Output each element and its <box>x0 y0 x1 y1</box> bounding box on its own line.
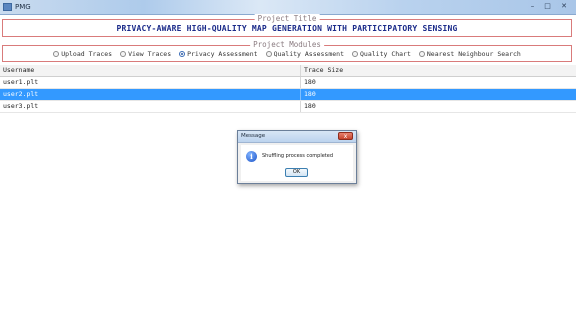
radio-quality-chart[interactable]: Quality Chart <box>352 50 411 58</box>
radio-label: Nearest Neighbour Search <box>426 50 521 58</box>
cell-trace-size: 180 <box>300 77 316 88</box>
cell-trace-size: 180 <box>300 101 316 112</box>
module-radio-group: Upload Traces View Traces Privacy Assess… <box>3 50 571 58</box>
app-window: PMG – □ ✕ Project Title PRIVACY-AWARE HI… <box>0 0 576 311</box>
radio-icon <box>418 51 425 57</box>
app-icon <box>3 3 12 11</box>
radio-icon <box>53 51 60 57</box>
radio-icon <box>120 51 127 57</box>
radio-icon <box>352 51 359 57</box>
minimize-button[interactable]: – <box>526 1 539 11</box>
radio-upload-traces[interactable]: Upload Traces <box>53 50 112 58</box>
radio-selected-icon <box>179 51 186 57</box>
cell-username: user2.plt <box>3 90 39 98</box>
window-controls: – □ ✕ <box>526 1 572 11</box>
close-button[interactable]: ✕ <box>556 1 572 11</box>
dialog-title-bar[interactable]: Message x <box>238 131 356 143</box>
radio-icon <box>265 51 272 57</box>
table-header-row: Username Trace Size <box>0 65 576 77</box>
cell-username: user1.plt <box>3 78 39 86</box>
traces-table: Username Trace Size user1.plt 180 user2.… <box>0 65 576 113</box>
project-title-group: Project Title PRIVACY-AWARE HIGH-QUALITY… <box>2 14 572 37</box>
cell-trace-size: 180 <box>300 89 316 100</box>
window-title: PMG <box>15 3 31 11</box>
dialog-message: Shuffling process completed <box>262 153 333 159</box>
project-title-legend: Project Title <box>254 14 320 24</box>
radio-label: View Traces <box>128 50 172 58</box>
message-dialog: Message x i Shuffling process completed … <box>237 130 357 184</box>
column-header-trace-size[interactable]: Trace Size <box>300 65 343 76</box>
project-modules-group: Project Modules Upload Traces View Trace… <box>2 40 572 62</box>
project-modules-legend: Project Modules <box>250 40 324 50</box>
project-heading: PRIVACY-AWARE HIGH-QUALITY MAP GENERATIO… <box>116 24 458 33</box>
radio-label: Privacy Assessment <box>187 50 258 58</box>
radio-label: Upload Traces <box>61 50 113 58</box>
radio-nearest-neighbour-search[interactable]: Nearest Neighbour Search <box>418 50 521 58</box>
radio-label: Quality Assessment <box>273 50 345 58</box>
info-icon: i <box>246 151 257 162</box>
table-row-selected[interactable]: user2.plt 180 <box>0 89 576 101</box>
dialog-close-button[interactable]: x <box>338 132 353 140</box>
column-header-username[interactable]: Username <box>3 65 34 76</box>
ok-button[interactable]: OK <box>285 168 308 177</box>
radio-quality-assessment[interactable]: Quality Assessment <box>265 50 345 58</box>
maximize-button[interactable]: □ <box>541 1 554 11</box>
table-row[interactable]: user3.plt 180 <box>0 101 576 113</box>
dialog-title: Message <box>241 133 266 139</box>
dialog-body: i Shuffling process completed OK <box>241 145 353 181</box>
radio-label: Quality Chart <box>360 50 411 58</box>
radio-view-traces[interactable]: View Traces <box>120 50 171 58</box>
radio-privacy-assessment[interactable]: Privacy Assessment <box>179 50 258 58</box>
table-row[interactable]: user1.plt 180 <box>0 77 576 89</box>
cell-username: user3.plt <box>3 102 39 110</box>
title-bar[interactable]: PMG – □ ✕ <box>0 0 576 15</box>
